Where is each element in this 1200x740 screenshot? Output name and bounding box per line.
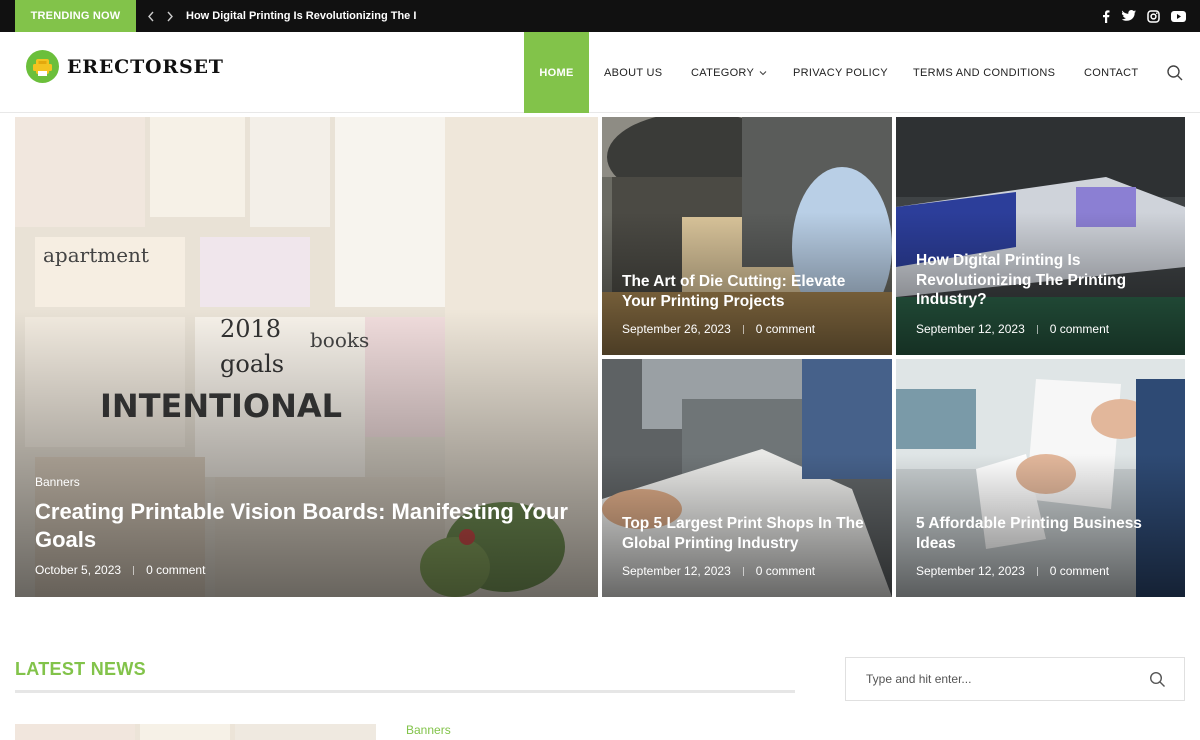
featured-post-5[interactable]: 5 Affordable Printing Business Ideas Sep… (896, 359, 1185, 597)
chevron-left-icon[interactable] (144, 8, 158, 24)
svg-text:apartment: apartment (43, 243, 149, 267)
post-meta: September 12, 2023 0 comment (916, 564, 1109, 578)
featured-post-main[interactable]: apartment 2018 goals INTENTIONAL books B… (15, 117, 598, 597)
post-comments[interactable]: 0 comment (1050, 564, 1109, 578)
meta-divider (133, 565, 135, 575)
meta-divider (1036, 324, 1038, 334)
featured-post-3[interactable]: How Digital Printing Is Revolutionizing … (896, 117, 1185, 355)
post-meta: September 12, 2023 0 comment (622, 564, 815, 578)
nav-home[interactable]: HOME (524, 32, 589, 113)
sidebar-search-input[interactable] (846, 658, 1136, 700)
latest-post-category[interactable]: Banners (406, 723, 451, 737)
chevron-right-icon[interactable] (163, 8, 177, 24)
nav-privacy-policy[interactable]: PRIVACY POLICY (793, 32, 888, 113)
nav-category[interactable]: CATEGORY (691, 32, 767, 113)
post-comments[interactable]: 0 comment (756, 322, 815, 336)
post-date: September 12, 2023 (622, 564, 731, 578)
trending-title-link[interactable]: How Digital Printing Is Revolutionizing … (186, 0, 438, 32)
trending-badge: TRENDING NOW (15, 0, 136, 32)
latest-post-thumbnail[interactable] (15, 724, 376, 740)
nav-category-label: CATEGORY (691, 66, 755, 79)
featured-post-2[interactable]: The Art of Die Cutting: Elevate Your Pri… (602, 117, 892, 355)
post-title[interactable]: 5 Affordable Printing Business Ideas (916, 514, 1166, 553)
post-meta: September 26, 2023 0 comment (622, 322, 815, 336)
featured-post-4[interactable]: Top 5 Largest Print Shops In The Global … (602, 359, 892, 597)
post-date: September 26, 2023 (622, 322, 731, 336)
post-title[interactable]: Creating Printable Vision Boards: Manife… (35, 498, 580, 554)
section-divider (15, 690, 795, 693)
search-icon[interactable] (1166, 64, 1184, 82)
post-meta: September 12, 2023 0 comment (916, 322, 1109, 336)
post-title[interactable]: How Digital Printing Is Revolutionizing … (916, 251, 1166, 310)
latest-news-heading: LATEST NEWS (15, 659, 146, 679)
meta-divider (1036, 566, 1038, 576)
post-image (15, 724, 376, 740)
logo-icon[interactable] (26, 50, 59, 83)
search-icon[interactable] (1149, 671, 1166, 688)
nav-contact[interactable]: CONTACT (1084, 32, 1138, 113)
instagram-icon[interactable] (1145, 8, 1161, 24)
twitter-icon[interactable] (1121, 8, 1137, 24)
nav-terms-and-conditions[interactable]: TERMS AND CONDITIONS (913, 32, 1055, 113)
post-date: September 12, 2023 (916, 322, 1025, 336)
post-title[interactable]: The Art of Die Cutting: Elevate Your Pri… (622, 272, 882, 311)
site-logo-text[interactable]: ERECTORSET (67, 56, 224, 78)
post-date: September 12, 2023 (916, 564, 1025, 578)
post-comments[interactable]: 0 comment (146, 563, 205, 577)
nav-about-us[interactable]: ABOUT US (604, 32, 662, 113)
meta-divider (742, 324, 744, 334)
post-meta: October 5, 2023 0 comment (35, 563, 205, 577)
post-comments[interactable]: 0 comment (756, 564, 815, 578)
post-title[interactable]: Top 5 Largest Print Shops In The Global … (622, 514, 882, 553)
sidebar-search (845, 657, 1185, 701)
top-bar: TRENDING NOW How Digital Printing Is Rev… (0, 0, 1200, 32)
site-header: ERECTORSET HOME ABOUT US CATEGORY PRIVAC… (0, 32, 1200, 113)
post-category[interactable]: Banners (35, 475, 80, 489)
facebook-icon[interactable] (1098, 8, 1114, 24)
chevron-down-icon (759, 70, 767, 75)
youtube-icon[interactable] (1170, 8, 1186, 24)
post-date: October 5, 2023 (35, 563, 122, 577)
post-comments[interactable]: 0 comment (1050, 322, 1109, 336)
meta-divider (742, 566, 744, 576)
